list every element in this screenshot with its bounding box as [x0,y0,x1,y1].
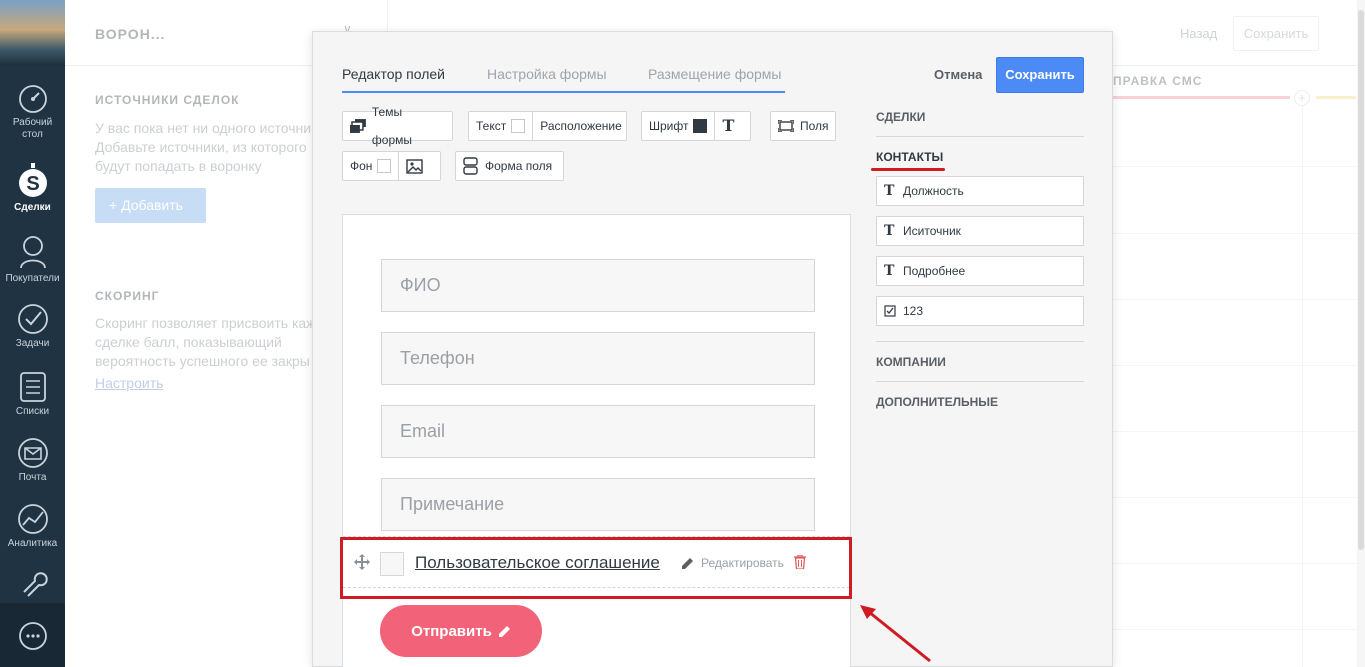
field-label: 123 [903,304,924,318]
field-shape-button[interactable]: Форма поля [455,151,564,181]
layout-label: Расположение [540,119,622,133]
contact-field-123[interactable]: 123 [876,296,1084,326]
chat-panel [0,603,65,667]
background-color-swatch [377,159,392,173]
highlight-frame [340,537,852,599]
sidebar-item-label: стол [22,129,43,140]
sidebar-item-label: Покупатели [5,273,60,284]
cancel-button[interactable]: Отмена [934,67,982,82]
image-icon [406,158,424,174]
text-color-button[interactable]: Текст [469,112,532,140]
themes-icon [350,119,366,133]
analytics-icon [17,504,48,534]
section-contacts[interactable]: КОНТАКТЫ [876,150,1084,164]
contact-field-source[interactable]: T Иситочник [876,216,1084,246]
sidebar-item-dashboard[interactable]: Рабочий стол [0,84,65,141]
save-button[interactable]: Сохранить [996,57,1084,93]
background-label: Фон [350,159,373,173]
text-layout-group: Текст Расположение [468,111,627,141]
section-companies[interactable]: КОМПАНИИ [876,355,1084,369]
font-color-button[interactable]: Шрифт [642,112,714,140]
background-group: Фон [342,151,441,181]
tab-form-placement[interactable]: Размещение формы [648,66,782,82]
chat-icon[interactable] [18,621,48,651]
layout-button[interactable]: Расположение [532,112,629,140]
submit-label: Отправить [411,622,492,640]
sidebar-item-label: Задачи [15,338,50,349]
sidebar-item-label: Рабочий [12,117,53,128]
checkbox-icon [884,305,896,317]
dashboard-icon [18,85,47,113]
font-group: Шрифт T [641,111,751,141]
contact-field-position[interactable]: T Должность [876,176,1084,206]
form-field-email[interactable]: Email [381,405,815,458]
sidebar-item-label: Почта [18,472,47,483]
mail-icon [17,438,48,468]
contact-field-details[interactable]: T Подробнее [876,256,1084,286]
tab-underline [342,91,785,93]
background-color-button[interactable]: Фон [343,152,398,180]
form-preview: ФИО Телефон Email Примечание Пользовател… [342,214,851,667]
customers-icon [19,236,46,269]
field-label: Должность [903,184,964,198]
annotation-arrow-icon [860,605,931,663]
field-shape-icon [463,157,478,175]
tab-field-editor[interactable]: Редактор полей [342,66,445,82]
themes-label: Темы формы [371,105,412,147]
font-color-swatch [693,119,708,133]
fields-label: Поля [800,119,829,133]
fields-icon [778,120,794,132]
form-field-name[interactable]: ФИО [381,259,815,312]
list-icon [19,372,46,402]
submit-button[interactable]: Отправить [380,605,542,657]
background-image-button[interactable] [398,152,430,180]
sidebar-item-tasks[interactable]: Задачи [0,303,65,350]
sidebar-item-label: Аналитика [7,538,58,549]
sidebar-item-label: Сделки [14,202,51,213]
sidebar-item-deals[interactable]: S Сделки [0,163,65,214]
sidebar-item-settings[interactable] [0,568,65,601]
field-label: Подробнее [903,264,966,278]
left-sidebar: Рабочий стол S Сделки Покупатели Задачи … [0,0,65,667]
divider [876,136,1084,137]
section-deals[interactable]: СДЕЛКИ [876,110,1084,124]
divider [876,381,1084,382]
sidebar-item-label: Списки [15,406,50,417]
text-icon: T [884,223,895,239]
sidebar-item-analytics[interactable]: Аналитика [0,503,65,550]
highlight-underline [871,168,945,171]
fields-button[interactable]: Поля [770,111,836,141]
sidebar-item-mail[interactable]: Почта [0,437,65,484]
font-family-button[interactable]: T [714,112,741,140]
wrench-icon [22,572,48,597]
svg-text:S: S [26,173,39,195]
tab-form-settings[interactable]: Настройка формы [487,66,607,82]
divider [876,341,1084,342]
dollar-icon: S [18,163,47,197]
section-additional[interactable]: ДОПОЛНИТЕЛЬНЫЕ [876,395,1084,409]
pencil-icon [498,625,510,637]
sidebar-item-lists[interactable]: Списки [0,371,65,418]
text-icon: T [884,183,895,199]
field-shape-label: Форма поля [485,159,553,173]
form-themes-button[interactable]: Темы формы [342,105,453,147]
checkmark-circle-icon [17,304,48,334]
modal-tabs: Редактор полей Настройка формы Размещени… [342,66,785,93]
font-type-icon: T [722,116,735,135]
account-avatar[interactable] [0,0,65,66]
field-label: Иситочник [903,224,961,238]
text-color-swatch [511,119,526,133]
sidebar-item-customers[interactable]: Покупатели [0,234,65,285]
form-field-phone[interactable]: Телефон [381,332,815,385]
form-field-note[interactable]: Примечание [381,478,815,531]
text-icon: T [884,263,895,279]
font-label: Шрифт [649,119,689,133]
text-label: Текст [476,119,507,133]
